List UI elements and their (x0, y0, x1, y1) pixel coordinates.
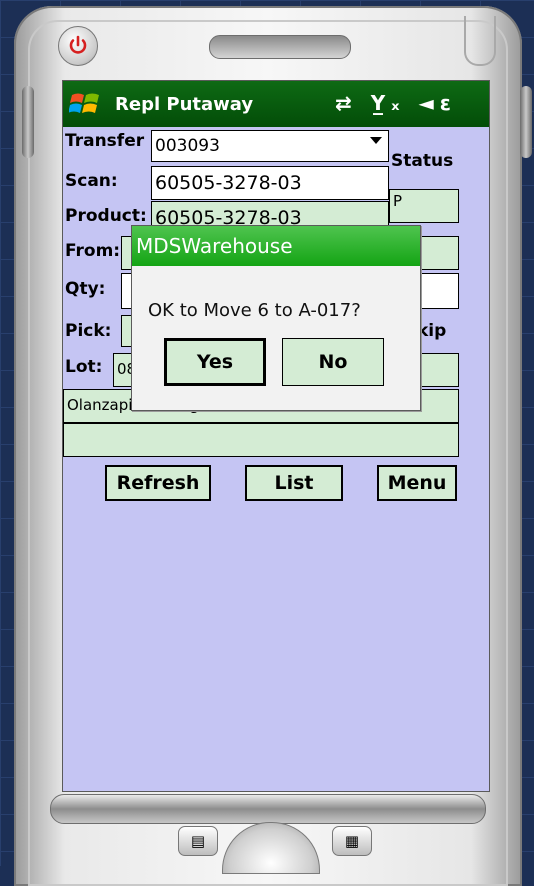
product-description-line2 (63, 423, 459, 457)
scan-input[interactable]: 60505-3278-03 (151, 166, 389, 200)
lot-label: Lot: (65, 357, 103, 377)
refresh-button[interactable]: Refresh (105, 465, 211, 501)
right-side-button[interactable] (520, 86, 532, 158)
power-button[interactable] (58, 26, 98, 66)
left-side-button[interactable] (22, 86, 34, 158)
qty-label: Qty: (65, 279, 106, 299)
title-bar: Repl Putaway ⇄ Y̲ₓ ◄ε (63, 81, 489, 127)
dialog-message: OK to Move 6 to A-017? (148, 300, 361, 321)
keyboard-icon: ▦ (344, 832, 360, 850)
chevron-down-icon[interactable] (370, 137, 382, 144)
status-label: Status (391, 151, 454, 171)
right-softkey[interactable]: ▦ (332, 826, 372, 856)
list-button[interactable]: List (245, 465, 343, 501)
transfer-dropdown[interactable]: 003093 (151, 130, 389, 162)
confirm-dialog: MDSWarehouse OK to Move 6 to A-017? Yes … (131, 225, 421, 411)
windows-start-icon[interactable] (69, 89, 101, 119)
no-button[interactable]: No (282, 338, 384, 386)
device-bottom-bar (50, 794, 486, 824)
dialog-title: MDSWarehouse (132, 226, 420, 266)
speaker-grille (209, 35, 351, 59)
app-title: Repl Putaway (115, 94, 254, 115)
left-softkey[interactable]: ▤ (178, 826, 218, 856)
device-screen: Repl Putaway ⇄ Y̲ₓ ◄ε Transfer 003093 St… (62, 80, 490, 792)
product-label: Product: (65, 206, 147, 226)
stylus-slot (464, 16, 496, 66)
from-label: From: (65, 241, 121, 261)
contacts-icon: ▤ (190, 832, 206, 850)
transfer-value: 003093 (155, 136, 220, 156)
transfer-label: Transfer (65, 131, 145, 151)
yes-button[interactable]: Yes (164, 338, 266, 386)
connectivity-signal-volume-icons[interactable]: ⇄ Y̲ₓ ◄ε (335, 91, 457, 115)
status-field: P (389, 189, 459, 223)
scan-label: Scan: (65, 171, 118, 191)
menu-button[interactable]: Menu (377, 465, 457, 501)
skip-label: kip (417, 321, 447, 341)
power-icon (69, 35, 87, 54)
pick-label: Pick: (65, 321, 112, 341)
